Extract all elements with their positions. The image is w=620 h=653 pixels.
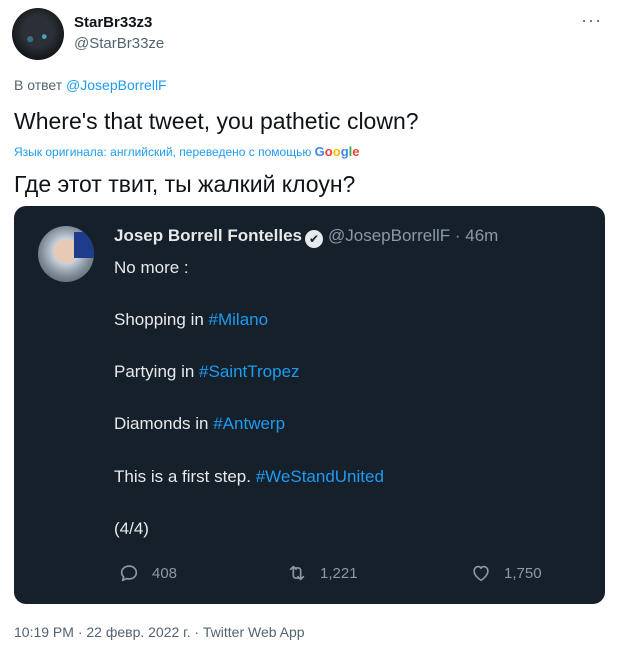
- embedded-tweet-image[interactable]: Josep Borrell Fontelles ✔ @JosepBorrellF ·…: [14, 206, 605, 604]
- embedded-line-2: Shopping in #Milano: [114, 310, 268, 330]
- embedded-line-4: Diamonds in #Antwerp: [114, 414, 285, 434]
- hashtag-antwerp: #Antwerp: [213, 414, 286, 433]
- reply-context: В ответ @JosepBorrellF: [14, 77, 167, 93]
- google-logo-letter: G: [314, 144, 325, 159]
- like-count: 1,750: [504, 564, 542, 582]
- line-text: Diamonds in: [114, 414, 214, 433]
- embedded-author-line: Josep Borrell Fontelles ✔ @JosepBorrellF ·…: [114, 226, 498, 248]
- like-stat: 1,750: [470, 562, 542, 584]
- embedded-author-avatar: [38, 226, 94, 282]
- line-text: Partying in: [114, 362, 200, 381]
- embedded-line-6: (4/4): [114, 519, 149, 538]
- embedded-line-5: This is a first step. #WeStandUnited: [114, 467, 384, 487]
- heart-icon: [473, 565, 489, 582]
- google-logo-letter: o: [324, 144, 333, 159]
- embedded-author-handle: @JosepBorrellF: [328, 226, 451, 245]
- google-logo-letter: g: [340, 144, 349, 159]
- embedded-line-1: No more :: [114, 258, 189, 277]
- translated-text: Где этот твит, ты жалкий клоун?: [14, 171, 356, 197]
- google-logo-letter: e: [352, 144, 360, 159]
- embedded-time: 46m: [465, 226, 499, 245]
- translation-note-text: Язык оригинала: английский, переведено с…: [14, 145, 315, 159]
- separator-dot: ·: [450, 226, 466, 245]
- hashtag-milano: #Milano: [208, 310, 269, 329]
- verified-badge-icon: ✔: [305, 230, 323, 248]
- line-text: Shopping in: [114, 310, 209, 329]
- avatar[interactable]: [12, 8, 64, 60]
- embedded-line-3: Partying in #SaintTropez: [114, 362, 300, 382]
- retweet-stat: 1,221: [286, 562, 358, 584]
- retweet-icon: [289, 565, 305, 581]
- google-logo-letter: o: [332, 144, 341, 159]
- embedded-stats: 408 1,221 1,750: [114, 562, 574, 584]
- embedded-author-name: Josep Borrell Fontelles: [114, 226, 302, 245]
- google-logo: Google: [315, 144, 360, 159]
- retweet-count: 1,221: [320, 564, 358, 582]
- tweet-header: StarBr33z3 @StarBr33ze ···: [12, 8, 608, 62]
- hashtag-westandunited: #WeStandUnited: [255, 467, 384, 486]
- tweet-text: Where's that tweet, you pathetic clown?: [14, 108, 419, 134]
- user-name[interactable]: StarBr33z3: [74, 14, 152, 31]
- user-handle[interactable]: @StarBr33ze: [74, 35, 164, 52]
- hashtag-sainttropez: #SaintTropez: [199, 362, 300, 381]
- eu-flag-icon: [74, 232, 94, 258]
- translation-note: Язык оригинала: английский, переведено с…: [14, 144, 360, 159]
- tweet-timestamp[interactable]: 10:19 PM · 22 февр. 2022 г. · Twitter We…: [14, 624, 305, 640]
- reply-prefix: В ответ: [14, 77, 67, 93]
- line-text: This is a first step.: [114, 467, 256, 486]
- reply-icon: [120, 565, 138, 582]
- more-options-icon[interactable]: ···: [581, 10, 602, 31]
- reply-stat: 408: [118, 562, 177, 584]
- reply-mention-link[interactable]: @JosepBorrellF: [66, 77, 167, 93]
- reply-count: 408: [152, 564, 178, 582]
